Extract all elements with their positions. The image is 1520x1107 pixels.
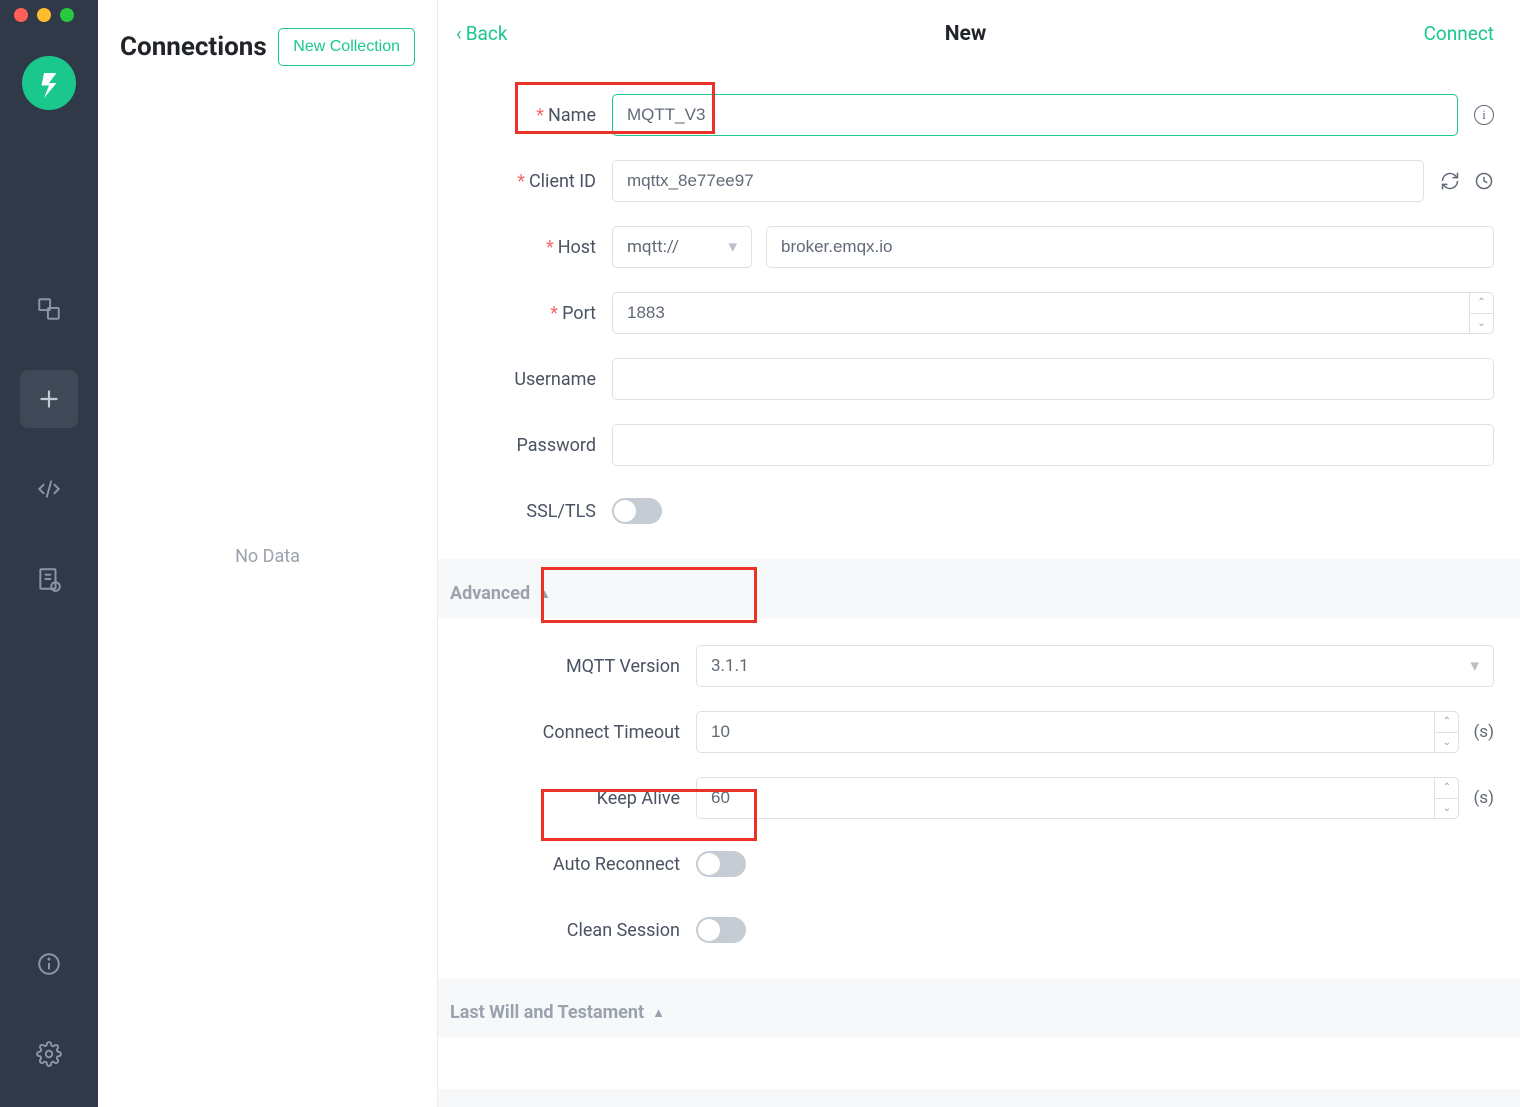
advanced-section: MQTT Version 3.1.1 ▾ Connect Timeout ⌃⌄ …	[438, 618, 1520, 978]
connections-nav-icon[interactable]	[20, 280, 78, 338]
nav-sidebar	[0, 0, 98, 1107]
client-id-input[interactable]	[612, 160, 1424, 202]
host-label: Host	[558, 237, 596, 258]
maximize-window-button[interactable]	[60, 8, 74, 22]
advanced-heading[interactable]: Advanced ▲	[438, 559, 1520, 618]
keep-alive-input[interactable]	[696, 777, 1459, 819]
port-input[interactable]	[612, 292, 1494, 334]
back-label: Back	[466, 22, 508, 45]
host-input[interactable]	[766, 226, 1494, 268]
minimize-window-button[interactable]	[37, 8, 51, 22]
auto-reconnect-label: Auto Reconnect	[553, 854, 680, 875]
scheme-value: mqtt://	[627, 237, 679, 257]
connections-panel: Connections New Collection No Data	[98, 0, 438, 1107]
lwt-heading[interactable]: Last Will and Testament ▲	[438, 978, 1520, 1037]
name-label: Name	[548, 105, 596, 126]
connect-timeout-label: Connect Timeout	[543, 722, 680, 743]
username-input[interactable]	[612, 358, 1494, 400]
connections-title: Connections	[120, 32, 267, 62]
lwt-section	[438, 1037, 1520, 1089]
ssl-label: SSL/TLS	[526, 501, 596, 522]
mqtt-version-label: MQTT Version	[566, 656, 680, 677]
port-stepper[interactable]: ⌃⌄	[1469, 293, 1493, 333]
keep-alive-label: Keep Alive	[597, 788, 680, 809]
close-window-button[interactable]	[14, 8, 28, 22]
port-label: Port	[562, 303, 596, 324]
password-input[interactable]	[612, 424, 1494, 466]
keep-alive-stepper[interactable]: ⌃⌄	[1434, 778, 1458, 818]
about-nav-icon[interactable]	[20, 935, 78, 993]
new-connection-button[interactable]	[20, 370, 78, 428]
connect-timeout-stepper[interactable]: ⌃⌄	[1434, 712, 1458, 752]
info-icon[interactable]: i	[1474, 105, 1494, 125]
clock-icon[interactable]	[1474, 171, 1494, 191]
no-data-label: No Data	[98, 546, 437, 567]
back-button[interactable]: ‹ Back	[456, 22, 507, 45]
logs-nav-icon[interactable]	[20, 550, 78, 608]
password-label: Password	[516, 435, 596, 456]
window-controls	[0, 0, 74, 30]
main-area: ‹ Back New Connect *Name i *Client ID *H…	[438, 0, 1520, 1107]
general-section: *Name i *Client ID *Host mqtt:// ▾ *Por	[438, 67, 1520, 559]
mqtt-version-value: 3.1.1	[711, 656, 749, 676]
scheme-select[interactable]: mqtt:// ▾	[612, 226, 752, 268]
scripts-nav-icon[interactable]	[20, 460, 78, 518]
mqtt-version-select[interactable]: 3.1.1 ▾	[696, 645, 1494, 687]
chevron-down-icon: ▾	[1470, 656, 1479, 676]
settings-nav-icon[interactable]	[20, 1025, 78, 1083]
connect-timeout-input[interactable]	[696, 711, 1459, 753]
chevron-down-icon: ▾	[728, 237, 737, 257]
new-collection-button[interactable]: New Collection	[278, 28, 415, 66]
name-input[interactable]	[612, 94, 1458, 136]
username-label: Username	[514, 369, 596, 390]
caret-up-icon: ▲	[538, 586, 551, 602]
main-header: ‹ Back New Connect	[438, 0, 1520, 67]
auto-reconnect-toggle[interactable]	[696, 851, 746, 877]
refresh-icon[interactable]	[1440, 171, 1460, 191]
client-id-label: Client ID	[529, 171, 596, 192]
connect-button[interactable]: Connect	[1424, 22, 1494, 45]
connect-timeout-unit: (s)	[1473, 722, 1494, 742]
app-logo	[22, 56, 76, 110]
caret-up-icon: ▲	[652, 1005, 665, 1021]
page-title: New	[945, 22, 987, 46]
keep-alive-unit: (s)	[1473, 788, 1494, 808]
clean-session-toggle[interactable]	[696, 917, 746, 943]
chevron-left-icon: ‹	[456, 22, 462, 45]
ssl-toggle[interactable]	[612, 498, 662, 524]
clean-session-label: Clean Session	[567, 920, 680, 941]
